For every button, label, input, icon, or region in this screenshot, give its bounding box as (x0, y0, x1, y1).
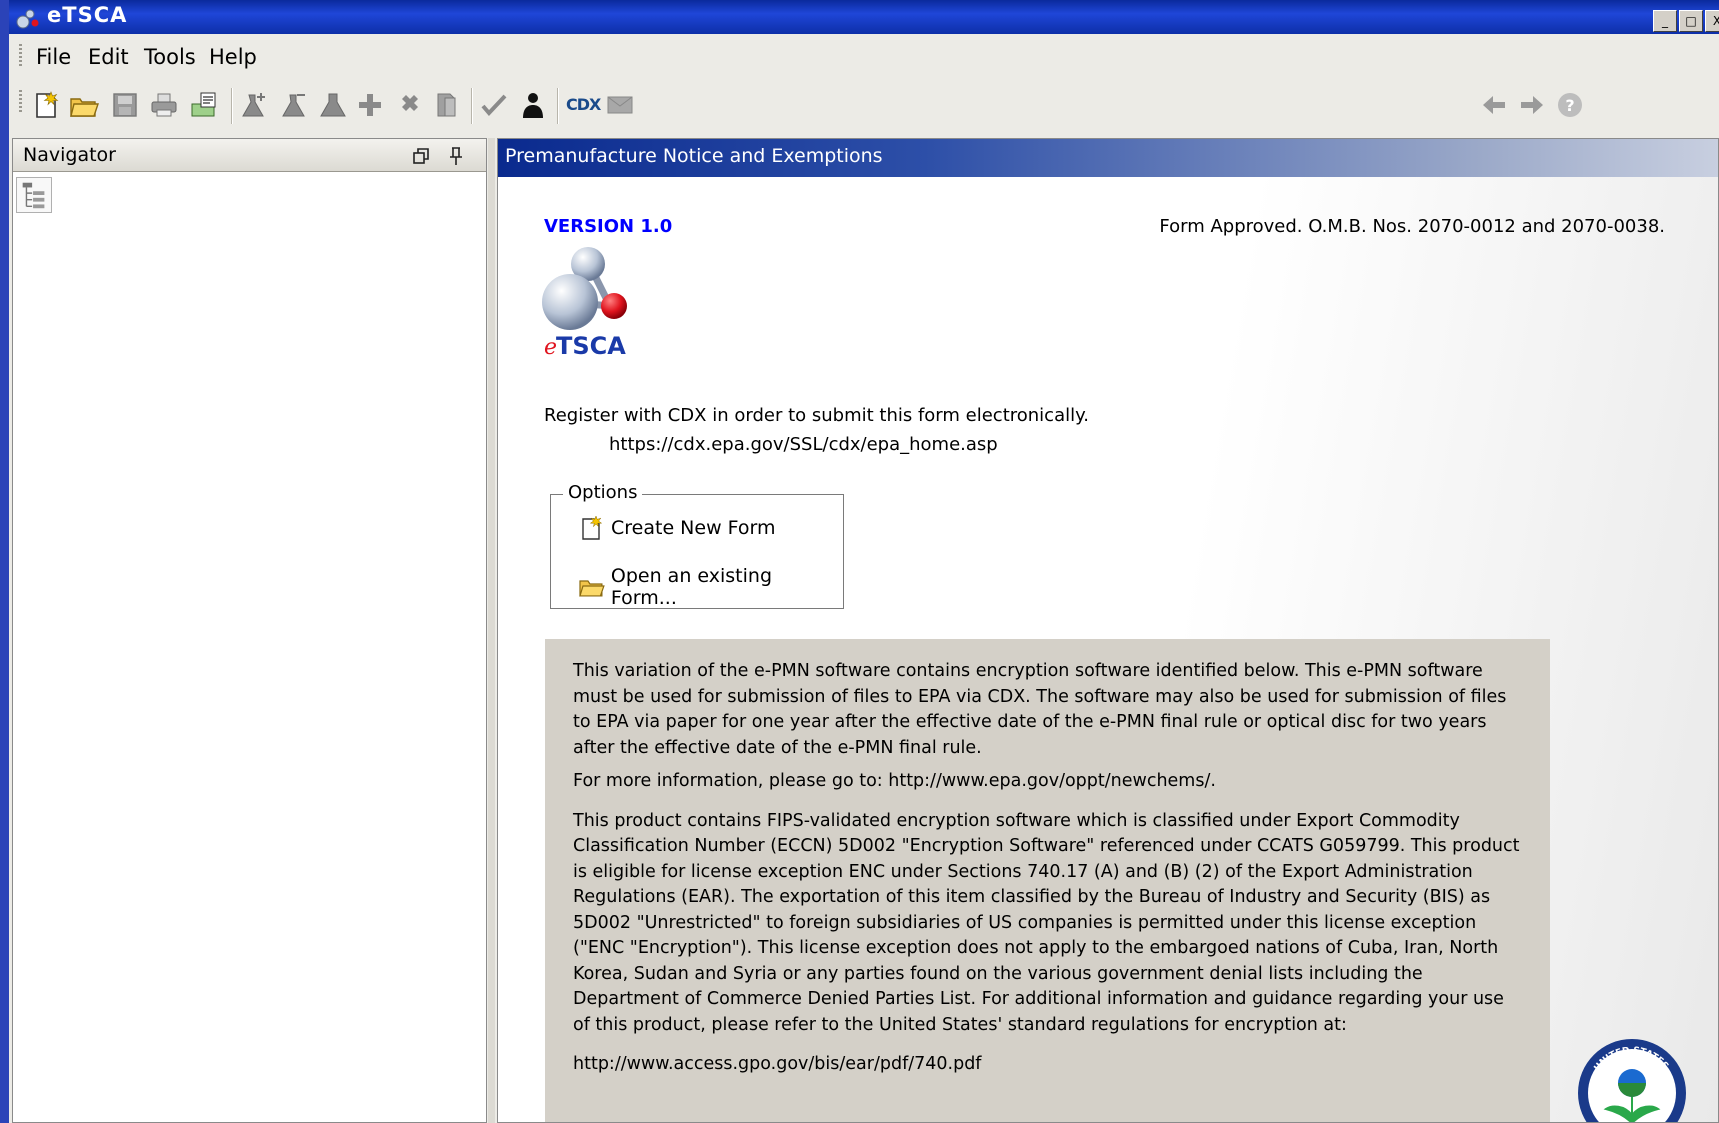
new-form-icon[interactable] (31, 90, 61, 120)
window-title: eTSCA (47, 3, 128, 27)
open-existing-form-label: Open an existing Form... (610, 565, 773, 609)
svg-text:?: ? (1565, 96, 1574, 115)
encryption-info-box: This variation of the e-PMN software con… (545, 639, 1550, 1122)
maximize-button[interactable]: □ (1679, 10, 1703, 32)
forward-arrow-icon[interactable] (1517, 90, 1547, 120)
logo-text-tsca: TSCA (556, 332, 626, 360)
navigator-header: Navigator (13, 139, 486, 172)
cdx-url-link[interactable]: https://cdx.epa.gov/SSL/cdx/epa_home.asp (609, 434, 998, 455)
epa-seal-icon: UNITED STATES (1578, 1039, 1686, 1122)
toolbar-separator (231, 88, 233, 124)
main-panel: Premanufacture Notice and Exemptions VER… (497, 138, 1719, 1123)
form-approved-text: Form Approved. O.M.B. Nos. 2070-0012 and… (1159, 216, 1665, 237)
main-title: Premanufacture Notice and Exemptions (505, 145, 883, 167)
menu-grip (19, 44, 22, 68)
register-text: Register with CDX in order to submit thi… (544, 405, 1089, 426)
chemical-icon[interactable] (279, 90, 309, 120)
tree-view-icon[interactable] (16, 177, 52, 213)
toolbar: CDX ? (9, 80, 1719, 130)
open-folder-icon[interactable] (69, 90, 99, 120)
open-folder-icon (579, 580, 605, 597)
panel-splitter[interactable] (488, 138, 495, 1123)
add-icon[interactable] (355, 90, 385, 120)
save-icon[interactable] (110, 90, 140, 120)
pin-icon[interactable] (448, 146, 464, 166)
menu-tools[interactable]: Tools (144, 45, 196, 69)
info-paragraph-1: This variation of the e-PMN software con… (573, 661, 1507, 758)
validate-check-icon[interactable] (479, 90, 509, 120)
create-new-form-label: Create New Form (611, 517, 776, 539)
create-new-form-button[interactable]: Create New Form (579, 515, 776, 541)
app-logo-icon (16, 9, 39, 29)
etsca-logo: e TSCA (542, 247, 627, 360)
toolbar-grip (19, 90, 22, 114)
cdx-icon[interactable]: CDX (566, 90, 601, 120)
info-paragraph-2: For more information, please go to: http… (573, 771, 1216, 791)
export-icon[interactable] (189, 90, 219, 120)
version-label: VERSION 1.0 (544, 216, 673, 237)
info-paragraph-3: This product contains FIPS-validated enc… (573, 810, 1520, 1035)
info-paragraph-4[interactable]: http://www.access.gpo.gov/bis/ear/pdf/74… (573, 1052, 1526, 1078)
flask-icon[interactable] (318, 90, 348, 120)
user-icon[interactable] (518, 90, 548, 120)
options-legend: Options (563, 482, 643, 503)
back-arrow-icon[interactable] (1479, 90, 1509, 120)
toolbar-separator (557, 88, 559, 124)
navigator-title: Navigator (23, 144, 116, 166)
options-group: Options Create New Form Open an existing… (550, 482, 844, 609)
window-controls: _ □ X (1653, 10, 1719, 32)
restore-icon[interactable] (412, 147, 430, 165)
main-header: Premanufacture Notice and Exemptions (498, 139, 1718, 177)
add-chemical-icon[interactable] (239, 90, 269, 120)
copy-icon[interactable] (433, 90, 463, 120)
menu-help[interactable]: Help (209, 45, 257, 69)
close-button[interactable]: X (1705, 10, 1719, 32)
mail-icon[interactable] (605, 90, 635, 120)
navigator-panel: Navigator (12, 138, 487, 1123)
new-form-icon (582, 515, 603, 540)
menu-bar: File Edit Tools Help (9, 34, 1719, 78)
open-existing-form-button[interactable]: Open an existing Form... (579, 565, 843, 609)
minimize-button[interactable]: _ (1653, 10, 1677, 32)
app-window: eTSCA _ □ X File Edit Tools Help CDX ? N… (9, 0, 1719, 1123)
menu-file[interactable]: File (36, 45, 71, 69)
title-bar[interactable]: eTSCA _ □ X (9, 0, 1719, 34)
toolbar-separator (471, 88, 473, 124)
menu-edit[interactable]: Edit (88, 45, 129, 69)
help-icon[interactable]: ? (1555, 90, 1585, 120)
print-icon[interactable] (149, 90, 179, 120)
delete-icon[interactable] (395, 90, 425, 120)
